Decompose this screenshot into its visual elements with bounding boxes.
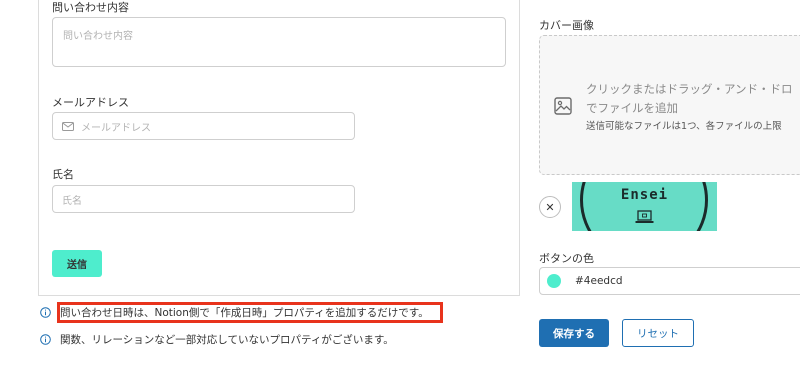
email-field[interactable]: メールアドレス — [52, 112, 355, 140]
cover-logo-text: Ensei — [620, 187, 669, 203]
dropzone-line-2: でファイルを追加 — [586, 101, 678, 115]
mail-icon — [62, 121, 74, 131]
cover-image-preview: Ensei — [572, 182, 717, 231]
inquiry-textarea[interactable]: 問い合わせ内容 — [52, 17, 506, 67]
note-text: 関数、リレーションなど一部対応していないプロパティがございます。 — [60, 334, 394, 346]
dropzone-text: クリックまたはドラッグ・アンド・ドロ でファイルを追加 — [586, 80, 793, 118]
dropzone-file-limit: 送信可能なファイルは1つ、各ファイルの上限 — [586, 121, 782, 132]
remove-cover-button[interactable]: ✕ — [539, 196, 561, 218]
name-field[interactable]: 氏名 — [52, 185, 355, 213]
reset-button[interactable]: リセット — [622, 319, 694, 347]
image-icon — [554, 97, 572, 115]
laptop-icon — [635, 210, 654, 223]
button-color-label: ボタンの色 — [539, 252, 594, 265]
cover-image-dropzone[interactable]: クリックまたはドラッグ・アンド・ドロ でファイルを追加 送信可能なファイルは1つ… — [539, 35, 800, 175]
note-unsupported-properties: 関数、リレーションなど一部対応していないプロパティがございます。 — [40, 332, 394, 347]
button-color-field[interactable]: #4eedcd — [539, 267, 800, 295]
note-text: 問い合わせ日時は、Notion側で「作成日時」プロパティを追加するだけです。 — [60, 307, 429, 319]
dropzone-line-1: クリックまたはドラッグ・アンド・ドロ — [586, 82, 793, 96]
info-icon — [40, 307, 51, 318]
cover-image-label: カバー画像 — [539, 19, 594, 32]
close-icon: ✕ — [545, 201, 555, 214]
note-created-time: 問い合わせ日時は、Notion側で「作成日時」プロパティを追加するだけです。 — [40, 305, 429, 320]
email-placeholder: メールアドレス — [81, 122, 151, 134]
name-label: 氏名 — [52, 168, 74, 181]
submit-button[interactable]: 送信 — [52, 250, 102, 277]
color-swatch[interactable] — [547, 274, 561, 288]
info-icon — [40, 334, 51, 345]
save-button[interactable]: 保存する — [539, 319, 609, 347]
inquiry-label: 問い合わせ内容 — [52, 1, 129, 14]
color-value: #4eedcd — [575, 275, 623, 287]
name-placeholder: 氏名 — [62, 195, 82, 207]
email-label: メールアドレス — [52, 96, 129, 109]
form-preview-card: 問い合わせ内容 問い合わせ内容 メールアドレス メールアドレス 氏名 氏名 送信 — [38, 0, 520, 296]
